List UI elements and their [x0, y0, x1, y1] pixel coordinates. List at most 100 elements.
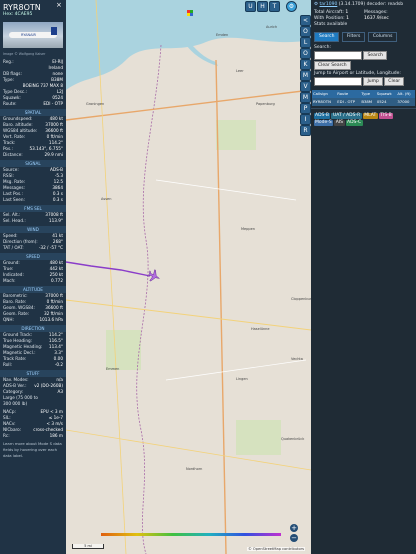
column-header[interactable]: Squawk — [375, 90, 397, 98]
column-header[interactable]: Alt. (ft) — [396, 90, 415, 98]
section-title: ALTITUDE — [0, 286, 66, 293]
map-view[interactable]: Emden Aurich Leer Papenburg Groningen Assen Me… — [66, 0, 311, 554]
map-side-button[interactable]: V — [300, 81, 311, 92]
section-title: DIRECTION — [0, 325, 66, 332]
clear-jump-button[interactable]: Clear — [384, 77, 405, 86]
detail-row: QNH: 1013.6 hPa — [0, 317, 66, 323]
place-label: Aurich — [266, 25, 277, 29]
map-side-button[interactable]: < — [300, 15, 311, 26]
tab-filters[interactable]: Filters — [341, 32, 366, 42]
detail-row: Distance: 29.9 nmi — [0, 152, 66, 158]
map-side-button[interactable]: O — [300, 26, 311, 37]
source-tag[interactable]: TIS-B — [378, 112, 394, 119]
country-border — [136, 44, 162, 554]
table-cell: 37000 — [396, 98, 415, 106]
map-side-button[interactable]: R — [300, 125, 311, 136]
place-label: Papenburg — [256, 102, 275, 106]
table-cell: EDI - OTP — [336, 98, 361, 106]
settings-icon[interactable]: ⚙ — [314, 2, 318, 7]
detail-label: Distance: — [3, 152, 23, 157]
detail-row: Roll: -0.2 — [0, 362, 66, 368]
jump-button[interactable]: Jump — [363, 77, 383, 86]
close-icon[interactable]: × — [56, 2, 62, 9]
source-tag[interactable]: AIS — [334, 119, 345, 126]
map-side-button[interactable]: O — [300, 48, 311, 59]
info-value: EDI - OTP — [43, 101, 63, 106]
aircraft-table: Callsign Route Type Squawk Alt. (ft) RYR8OTN… — [312, 90, 415, 106]
map-side-button[interactable]: P — [300, 103, 311, 114]
map-toggle-u-button[interactable]: U — [245, 1, 256, 12]
map-side-button[interactable]: M — [300, 92, 311, 103]
clear-search-button[interactable]: Clear Search — [314, 61, 351, 70]
aircraft-table-wrap: Callsign Route Type Squawk Alt. (ft) RYR8OTN… — [311, 86, 416, 106]
section-title: STUFF — [0, 370, 66, 377]
detail-label: Mach: — [3, 278, 16, 283]
column-header[interactable]: Type — [360, 90, 376, 98]
detail-value: 113.9° — [48, 218, 63, 223]
total-aircraft-value: 1 — [345, 10, 349, 15]
aircraft-photo-tail — [51, 27, 57, 35]
settings-gear-icon[interactable]: ⚙ — [286, 1, 297, 12]
selected-hex: Hex: 4CAE95 — [3, 12, 33, 17]
main-road — [95, 0, 127, 554]
jump-input[interactable] — [314, 77, 362, 86]
source-tag[interactable]: UAT / ADS-R — [331, 112, 362, 119]
detail-label: 300 000 lb) — [3, 401, 28, 406]
table-cell: RYR8OTN — [312, 98, 337, 106]
column-header[interactable]: Callsign — [312, 90, 337, 98]
place-label: Leer — [236, 69, 244, 73]
aircraft-details-sidebar: RYR8OTN Hex: 4CAE95 × RYANAIR Image © Wo… — [0, 0, 66, 554]
detail-value: 0.3 s — [52, 197, 63, 202]
section-title: SPATIAL — [0, 109, 66, 116]
info-label: Reg.: — [3, 59, 14, 64]
place-label: Emmen — [106, 367, 119, 371]
map-toggle-h-button[interactable]: H — [257, 1, 268, 12]
source-tag[interactable]: MLAT — [362, 112, 378, 119]
altitude-legend-bar — [101, 533, 281, 536]
nav-value: 186 m — [49, 433, 63, 438]
zoom-out-button[interactable]: − — [290, 534, 298, 542]
detail-label: Last Seen: — [3, 197, 25, 202]
map-side-button[interactable]: I — [300, 114, 311, 125]
aircraft-photo-logo: RYANAIR — [21, 33, 36, 37]
brand-link[interactable]: tar1090 — [319, 2, 337, 7]
detail-value: A3 — [57, 389, 63, 394]
stats-link[interactable]: Stats available — [314, 22, 364, 28]
map-toggle-t-button[interactable]: T — [269, 1, 280, 12]
map-side-button[interactable]: M — [300, 70, 311, 81]
detail-value: -0.2 — [54, 362, 63, 367]
section-title: SPEED — [0, 253, 66, 260]
search-input[interactable] — [314, 51, 362, 60]
tab-columns[interactable]: Columns — [367, 32, 398, 42]
place-label: Groningen — [86, 102, 104, 106]
tab-search[interactable]: Search — [314, 32, 340, 42]
scale-bar: 5 mi — [72, 544, 104, 549]
map-side-button[interactable]: K — [300, 59, 311, 70]
selected-callsign: RYR8OTN — [3, 3, 41, 12]
version-text: (3.14.1709) decoder: readsb — [338, 2, 404, 7]
aircraft-icon[interactable] — [146, 268, 162, 284]
forest-patch — [216, 120, 256, 150]
search-button[interactable]: Search — [363, 51, 387, 60]
detail-value: 29.9 nmi — [44, 152, 63, 157]
source-tag[interactable]: ADS-B — [313, 112, 331, 119]
place-labels: Emden Aurich Leer Papenburg Groningen Assen Me… — [86, 25, 311, 471]
nav-accuracy: NACp: EPU < 3 m SIL: ≤ 1e-7 NACv: < 3 m/s NICb… — [0, 409, 66, 439]
map-canvas[interactable]: Emden Aurich Leer Papenburg Groningen Assen Me… — [66, 0, 311, 554]
detail-row: TAT / OAT: -32 / -57 °C — [0, 245, 66, 251]
receiver-site-icon — [187, 10, 193, 16]
detail-label: Sel. Head.: — [3, 218, 26, 223]
detail-label: Roll: — [3, 362, 13, 367]
place-label: Haselünne — [251, 327, 270, 331]
column-header[interactable]: Route — [336, 90, 361, 98]
source-tag[interactable]: Mode-S — [313, 119, 334, 126]
zoom-in-button[interactable]: + — [290, 524, 298, 532]
sidebar-header: RYR8OTN Hex: 4CAE95 × — [0, 0, 66, 19]
table-row[interactable]: RYR8OTN EDI - OTP B38M 0524 37000 — [312, 98, 415, 106]
map-side-button[interactable]: L — [300, 37, 311, 48]
total-aircraft-label: Total Aircraft: — [314, 10, 344, 15]
panel-header: ⚙ tar1090 (3.14.1709) decoder: readsb — [311, 0, 416, 8]
info-label: Type: — [3, 77, 15, 82]
aircraft-photo[interactable]: RYANAIR — [3, 22, 63, 48]
source-tag[interactable]: ADS-C — [345, 119, 363, 126]
